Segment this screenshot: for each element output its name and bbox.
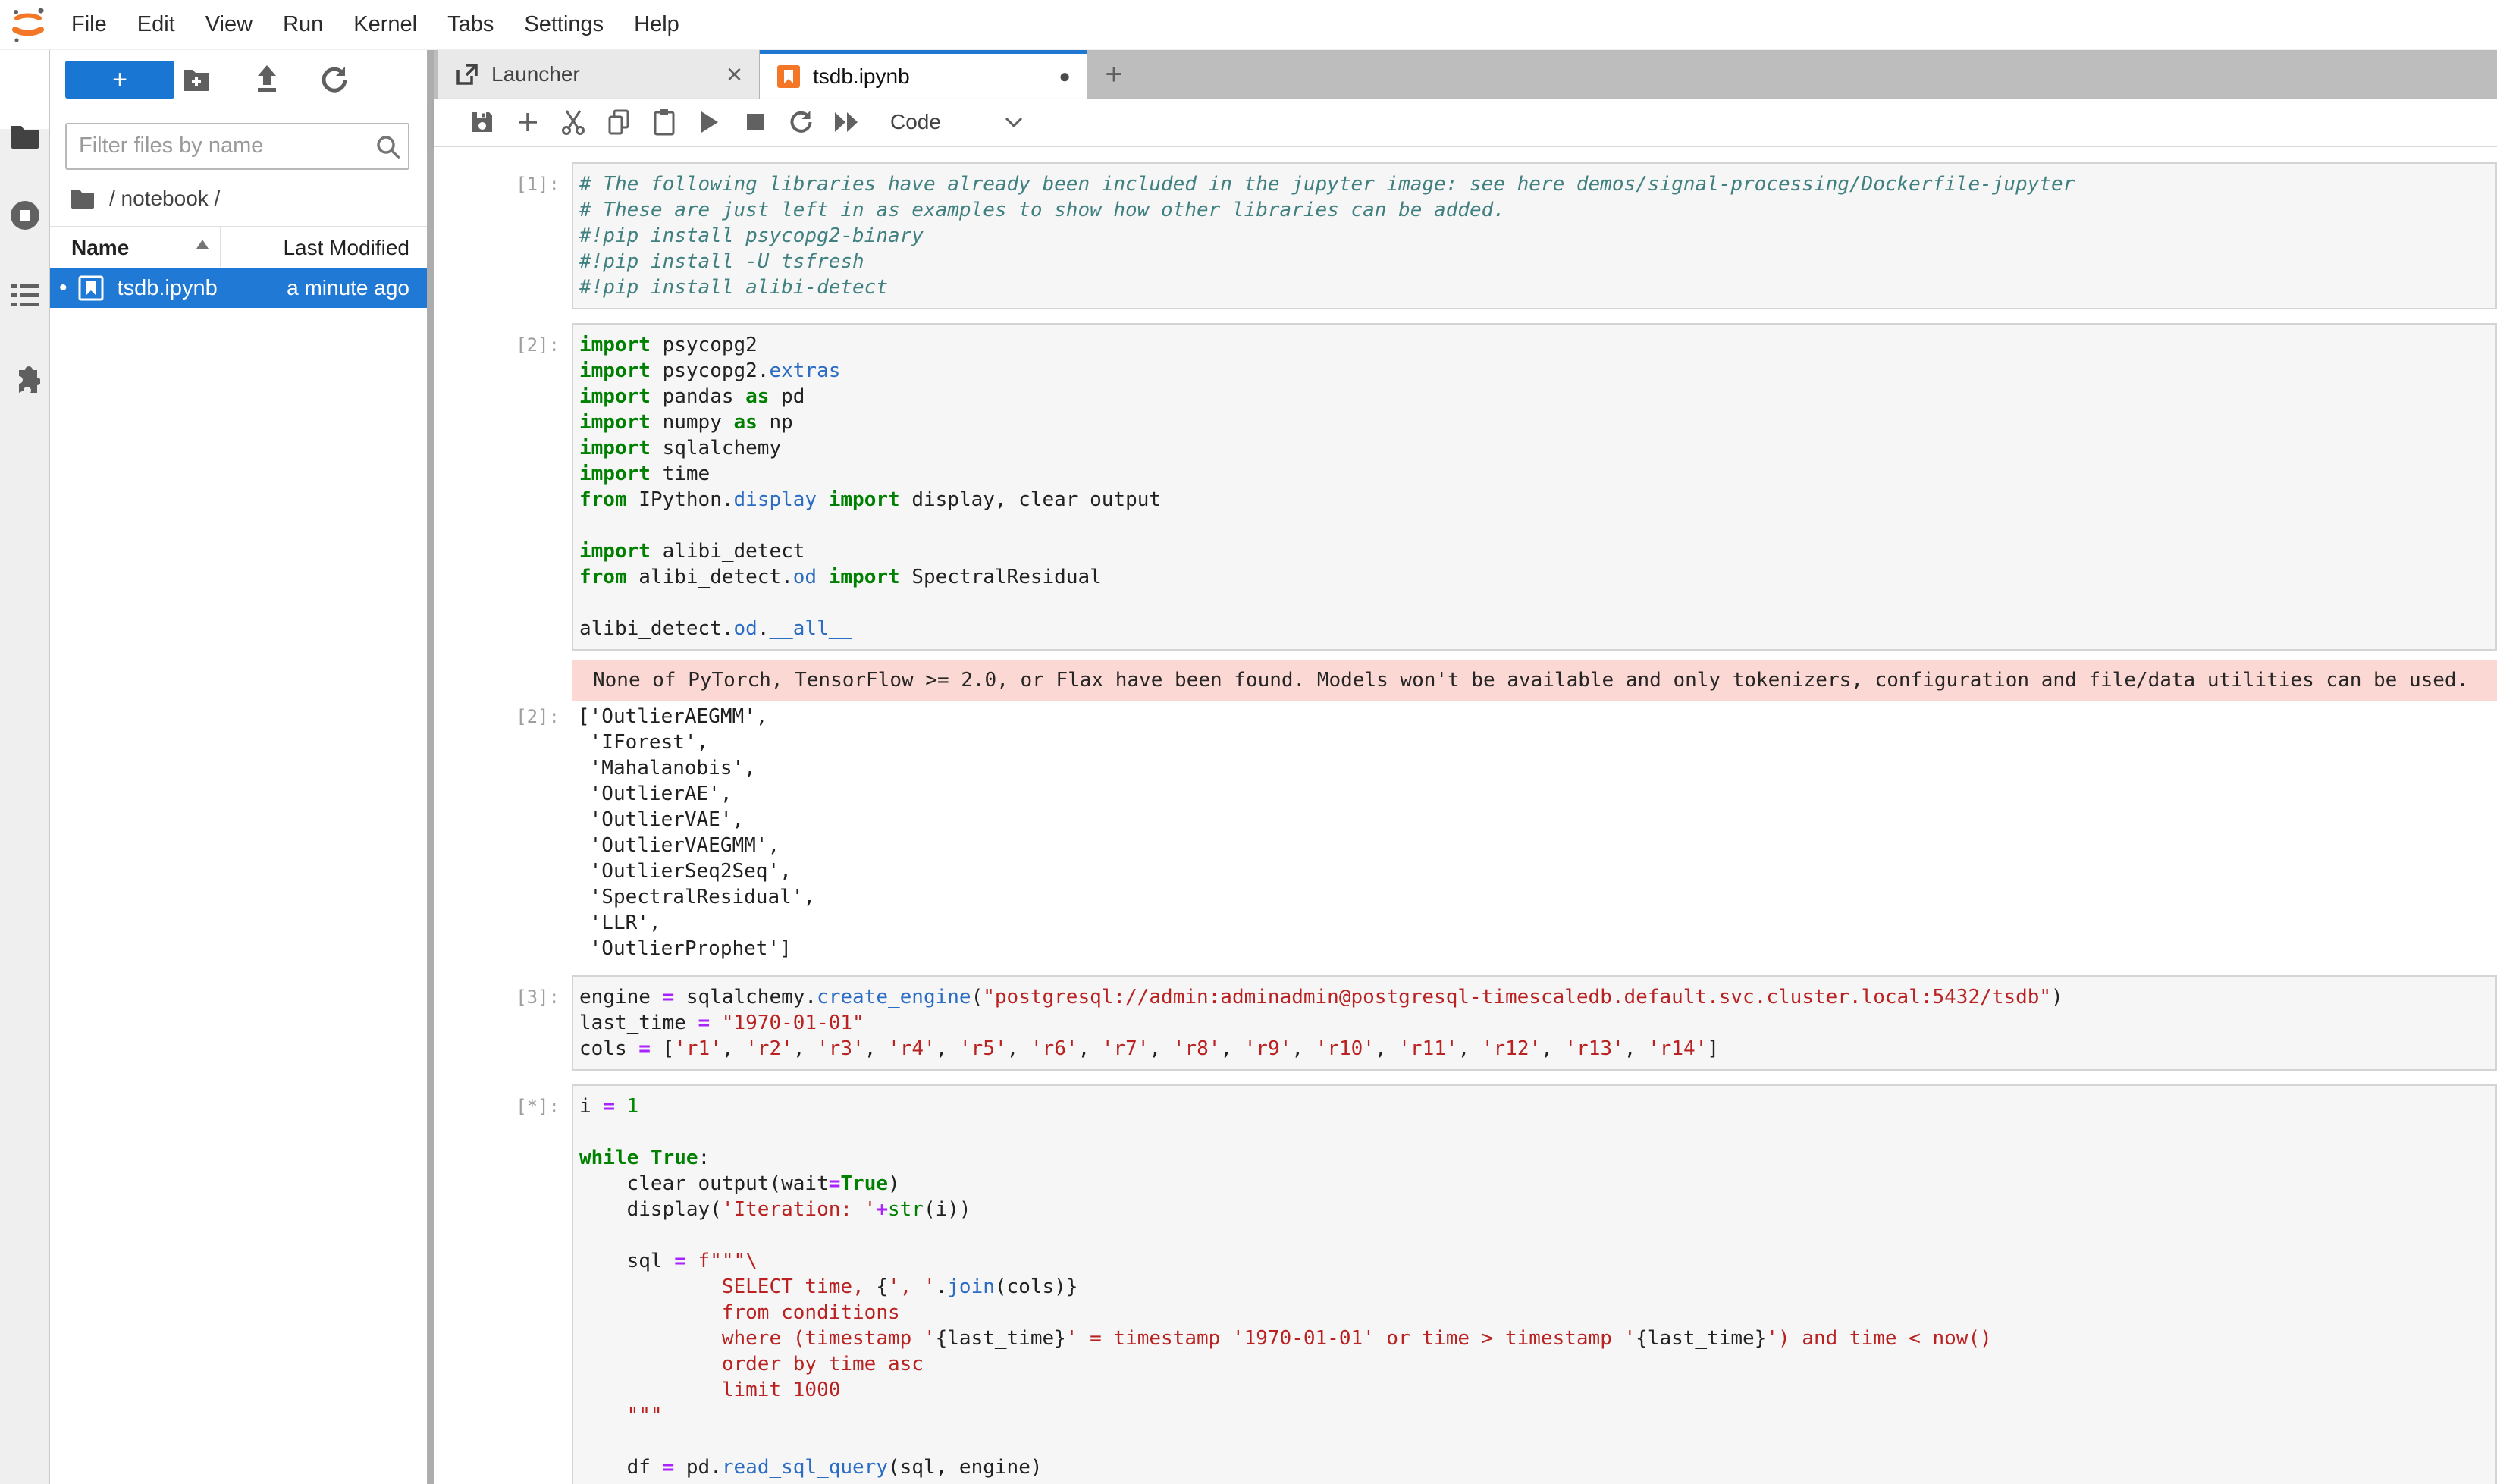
jupyter-logo-icon bbox=[11, 5, 45, 45]
menu-item-edit[interactable]: Edit bbox=[122, 12, 190, 36]
insert-cell-icon[interactable] bbox=[505, 101, 551, 143]
save-button[interactable] bbox=[460, 101, 505, 143]
upload-icon[interactable] bbox=[253, 64, 281, 94]
tab-label: tsdb.ipynb bbox=[813, 64, 910, 89]
tab-notebook[interactable]: tsdb.ipynb ● bbox=[760, 50, 1087, 99]
column-divider bbox=[220, 227, 221, 267]
launcher-icon bbox=[455, 62, 479, 86]
notebook-icon bbox=[776, 64, 801, 89]
file-modified: a minute ago bbox=[287, 276, 409, 300]
restart-run-all-icon[interactable] bbox=[823, 101, 869, 143]
chevron-down-icon bbox=[941, 117, 1023, 127]
new-folder-icon[interactable] bbox=[182, 67, 211, 93]
unsaved-dot-icon: ● bbox=[1059, 64, 1071, 88]
cell-type-select[interactable]: Code bbox=[890, 110, 1023, 134]
interrupt-kernel-icon[interactable] bbox=[732, 101, 778, 143]
list-icon[interactable] bbox=[10, 282, 40, 309]
code-cell: [*]:i = 1while True: clear_output(wait=T… bbox=[434, 1084, 2497, 1484]
notebook-toolbar: Code bbox=[434, 99, 2497, 147]
main-dock-panel: Launcher × tsdb.ipynb ● + bbox=[434, 50, 2497, 1484]
new-tab-button[interactable]: + bbox=[1087, 50, 1140, 99]
paste-cells-icon[interactable] bbox=[642, 101, 687, 143]
dock-tab-bar: Launcher × tsdb.ipynb ● + bbox=[434, 50, 2497, 99]
code-cell: [1]:# The following libraries have alrea… bbox=[434, 162, 2497, 309]
execution-count: [*]: bbox=[434, 1084, 572, 1119]
stderr-warning-output: None of PyTorch, TensorFlow >= 2.0, or F… bbox=[572, 660, 2497, 701]
execution-count: [1]: bbox=[434, 162, 572, 197]
menu-item-help[interactable]: Help bbox=[619, 12, 695, 36]
panel-splitter[interactable] bbox=[427, 50, 434, 1484]
restart-kernel-icon[interactable] bbox=[778, 101, 823, 143]
close-icon[interactable]: × bbox=[726, 58, 742, 90]
copy-cells-icon[interactable] bbox=[596, 101, 642, 143]
code-cell: [2]:import psycopg2import psycopg2.extra… bbox=[434, 323, 2497, 962]
menu-item-view[interactable]: View bbox=[190, 12, 268, 36]
puzzle-icon[interactable] bbox=[10, 364, 40, 394]
filter-box bbox=[65, 123, 409, 170]
notebook-scroll-area[interactable]: [1]:# The following libraries have alrea… bbox=[434, 147, 2497, 1484]
code-cell: [3]:engine = sqlalchemy.create_engine("p… bbox=[434, 975, 2497, 1071]
execute-result: ['OutlierAEGMM', 'IForest', 'Mahalanobis… bbox=[572, 704, 815, 962]
file-row[interactable]: • tsdb.ipynb a minute ago bbox=[50, 268, 427, 308]
column-last-modified[interactable]: Last Modified bbox=[283, 236, 409, 260]
file-list-header: Name Last Modified bbox=[50, 226, 427, 268]
menu-item-run[interactable]: Run bbox=[268, 12, 338, 36]
breadcrumb-path: / notebook / bbox=[109, 187, 220, 211]
execution-count: [3]: bbox=[434, 975, 572, 1010]
column-name[interactable]: Name bbox=[71, 236, 129, 260]
new-launcher-button[interactable]: + bbox=[65, 61, 174, 99]
cell-editor[interactable]: i = 1while True: clear_output(wait=True)… bbox=[572, 1084, 2497, 1484]
breadcrumb[interactable]: / notebook / bbox=[70, 187, 220, 211]
cell-editor[interactable]: engine = sqlalchemy.create_engine("postg… bbox=[572, 975, 2497, 1071]
file-name: tsdb.ipynb bbox=[118, 276, 218, 301]
cell-editor[interactable]: import psycopg2import psycopg2.extrasimp… bbox=[572, 323, 2497, 651]
menu-items: FileEditViewRunKernelTabsSettingsHelp bbox=[56, 12, 695, 37]
folder-icon[interactable] bbox=[10, 123, 40, 150]
tab-launcher[interactable]: Launcher × bbox=[438, 50, 760, 99]
execution-count: [2]: bbox=[434, 323, 572, 358]
cell-type-value: Code bbox=[890, 110, 941, 134]
filter-files-input[interactable] bbox=[67, 124, 355, 167]
cell-editor[interactable]: # The following libraries have already b… bbox=[572, 162, 2497, 309]
cut-cells-icon[interactable] bbox=[551, 101, 596, 143]
menu-bar: FileEditViewRunKernelTabsSettingsHelp bbox=[0, 0, 2497, 50]
run-cell-icon[interactable] bbox=[687, 101, 732, 143]
dirty-bullet: • bbox=[59, 275, 67, 301]
output-prompt: [2]: bbox=[434, 704, 572, 729]
sidebar-tab-strip bbox=[0, 50, 50, 1484]
sort-asc-icon[interactable] bbox=[196, 239, 209, 249]
home-folder-icon[interactable] bbox=[70, 187, 96, 210]
menu-item-settings[interactable]: Settings bbox=[509, 12, 619, 36]
file-browser-panel: + / notebook / Name Last Modified • tsdb… bbox=[50, 50, 427, 1484]
search-icon bbox=[375, 133, 402, 161]
sidebar-active-tab-bg bbox=[0, 50, 49, 129]
menu-item-file[interactable]: File bbox=[56, 12, 122, 36]
refresh-icon[interactable] bbox=[320, 65, 349, 94]
notebook-file-icon bbox=[78, 275, 104, 301]
stop-circle-icon[interactable] bbox=[10, 200, 40, 231]
tab-label: Launcher bbox=[491, 62, 580, 86]
menu-item-kernel[interactable]: Kernel bbox=[338, 12, 432, 36]
menu-item-tabs[interactable]: Tabs bbox=[432, 12, 509, 36]
